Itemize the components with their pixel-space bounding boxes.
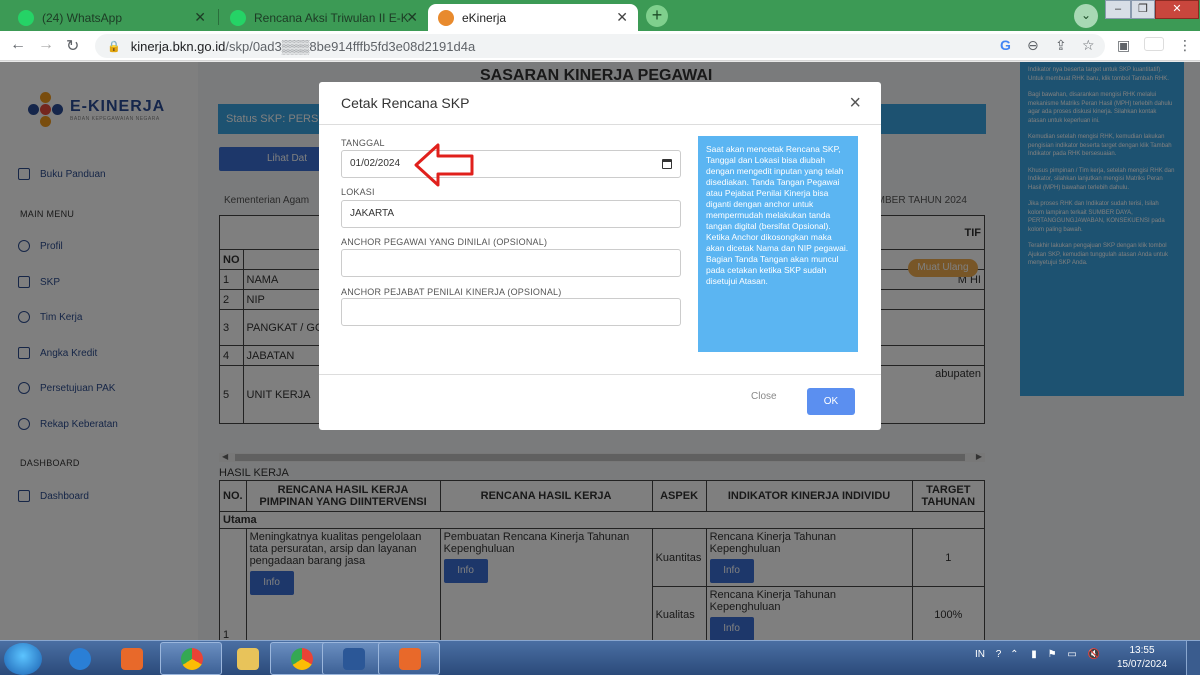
bookmark-star-icon[interactable]: ☆	[1082, 37, 1095, 54]
system-tray: IN ? ⌃ ▮ ⚑ ▭ 🔇	[975, 649, 1100, 660]
chrome-icon	[291, 648, 313, 670]
menu-icon[interactable]: ⋮	[1178, 37, 1192, 54]
side-panel-icon[interactable]: ▣	[1117, 37, 1130, 54]
flag-icon[interactable]: ⚑	[1048, 649, 1057, 660]
clock[interactable]: 13:55 15/07/2024	[1112, 644, 1172, 672]
tab-rencana-aksi[interactable]: Rencana Aksi Triwulan II E-Kinerja ✕	[220, 4, 428, 31]
ok-button[interactable]: OK	[807, 388, 855, 415]
lock-icon: 🔒	[107, 40, 121, 53]
anchor-pegawai-input[interactable]	[341, 249, 681, 277]
taskbar-chrome[interactable]	[160, 642, 222, 675]
language-indicator[interactable]: IN	[975, 649, 985, 660]
close-tab-icon[interactable]: ✕	[616, 9, 628, 26]
reload-icon[interactable]: ↻	[66, 36, 79, 56]
share-icon[interactable]: ⇪	[1055, 37, 1067, 54]
address-bar[interactable]: 🔒 kinerja.bkn.go.id/skp/0ad3▒▒▒8be914fff…	[95, 34, 1105, 58]
minimize-button[interactable]: –	[1105, 0, 1131, 19]
google-icon[interactable]: G	[1000, 37, 1011, 53]
anchor-pejabat-label: ANCHOR PEJABAT PENILAI KINERJA (OPSIONAL…	[341, 287, 562, 297]
profile-icon[interactable]	[1144, 37, 1164, 51]
whatsapp-icon	[230, 9, 246, 26]
forward-icon[interactable]: →	[38, 36, 54, 54]
tab-ekinerja[interactable]: eKinerja ✕	[428, 4, 638, 31]
calendar-icon[interactable]	[662, 159, 672, 169]
ekinerja-icon	[438, 9, 454, 26]
close-window-button[interactable]: ✕	[1155, 0, 1199, 19]
start-button[interactable]	[4, 643, 42, 675]
help-icon[interactable]: ?	[996, 649, 1002, 660]
tab-search-button[interactable]: ⌄	[1074, 4, 1098, 28]
lokasi-label: LOKASI	[341, 187, 375, 197]
word-icon	[343, 648, 365, 670]
close-tab-icon[interactable]: ✕	[406, 9, 418, 26]
help-box: Saat akan mencetak Rencana SKP, Tanggal …	[698, 136, 858, 352]
windows-taskbar: IN ? ⌃ ▮ ⚑ ▭ 🔇 13:55 15/07/2024	[0, 640, 1200, 675]
show-desktop-button[interactable]	[1186, 641, 1200, 675]
whatsapp-icon	[18, 9, 34, 26]
browser-tab-bar: (24) WhatsApp ✕ Rencana Aksi Triwulan II…	[0, 0, 1200, 31]
anchor-pegawai-label: ANCHOR PEGAWAI YANG DINILAI (OPSIONAL)	[341, 237, 548, 247]
taskbar-media[interactable]	[100, 642, 162, 675]
anchor-pejabat-input[interactable]	[341, 298, 681, 326]
media-player-icon	[121, 648, 143, 670]
tanggal-date-input[interactable]: 01/02/2024	[341, 150, 681, 178]
battery-icon[interactable]: ▭	[1067, 649, 1076, 660]
taskbar-word[interactable]	[322, 642, 384, 675]
folder-icon	[237, 648, 259, 670]
modal-title: Cetak Rencana SKP	[341, 95, 470, 111]
browser-toolbar: ← → ↻ 🔒 kinerja.bkn.go.id/skp/0ad3▒▒▒8be…	[0, 31, 1200, 61]
close-tab-icon[interactable]: ✕	[194, 9, 206, 26]
divider	[319, 124, 881, 125]
volume-icon[interactable]: 🔇	[1088, 649, 1100, 660]
taskbar-app[interactable]	[378, 642, 440, 675]
new-tab-button[interactable]: +	[646, 5, 668, 27]
ie-icon	[69, 648, 91, 670]
tab-separator	[218, 9, 219, 25]
tanggal-label: TANGGAL	[341, 138, 385, 148]
close-button[interactable]: Close	[751, 391, 777, 402]
tab-whatsapp[interactable]: (24) WhatsApp ✕	[8, 4, 216, 31]
lokasi-input[interactable]: JAKARTA	[341, 200, 681, 228]
cetak-rencana-skp-modal: Cetak Rencana SKP × TANGGAL 01/02/2024 L…	[319, 82, 881, 430]
chrome-icon	[181, 648, 203, 670]
pdf-icon	[399, 648, 421, 670]
tray-expand-icon[interactable]: ⌃	[1010, 649, 1018, 660]
taskbar-explorer[interactable]	[216, 642, 278, 675]
zoom-icon[interactable]: ⊖	[1027, 37, 1039, 54]
back-icon[interactable]: ←	[10, 36, 26, 54]
red-arrow-annotation	[414, 143, 474, 187]
close-icon[interactable]: ×	[849, 92, 861, 115]
maximize-button[interactable]: ❐	[1131, 0, 1155, 19]
network-icon[interactable]: ▮	[1031, 649, 1037, 660]
divider	[319, 374, 881, 375]
